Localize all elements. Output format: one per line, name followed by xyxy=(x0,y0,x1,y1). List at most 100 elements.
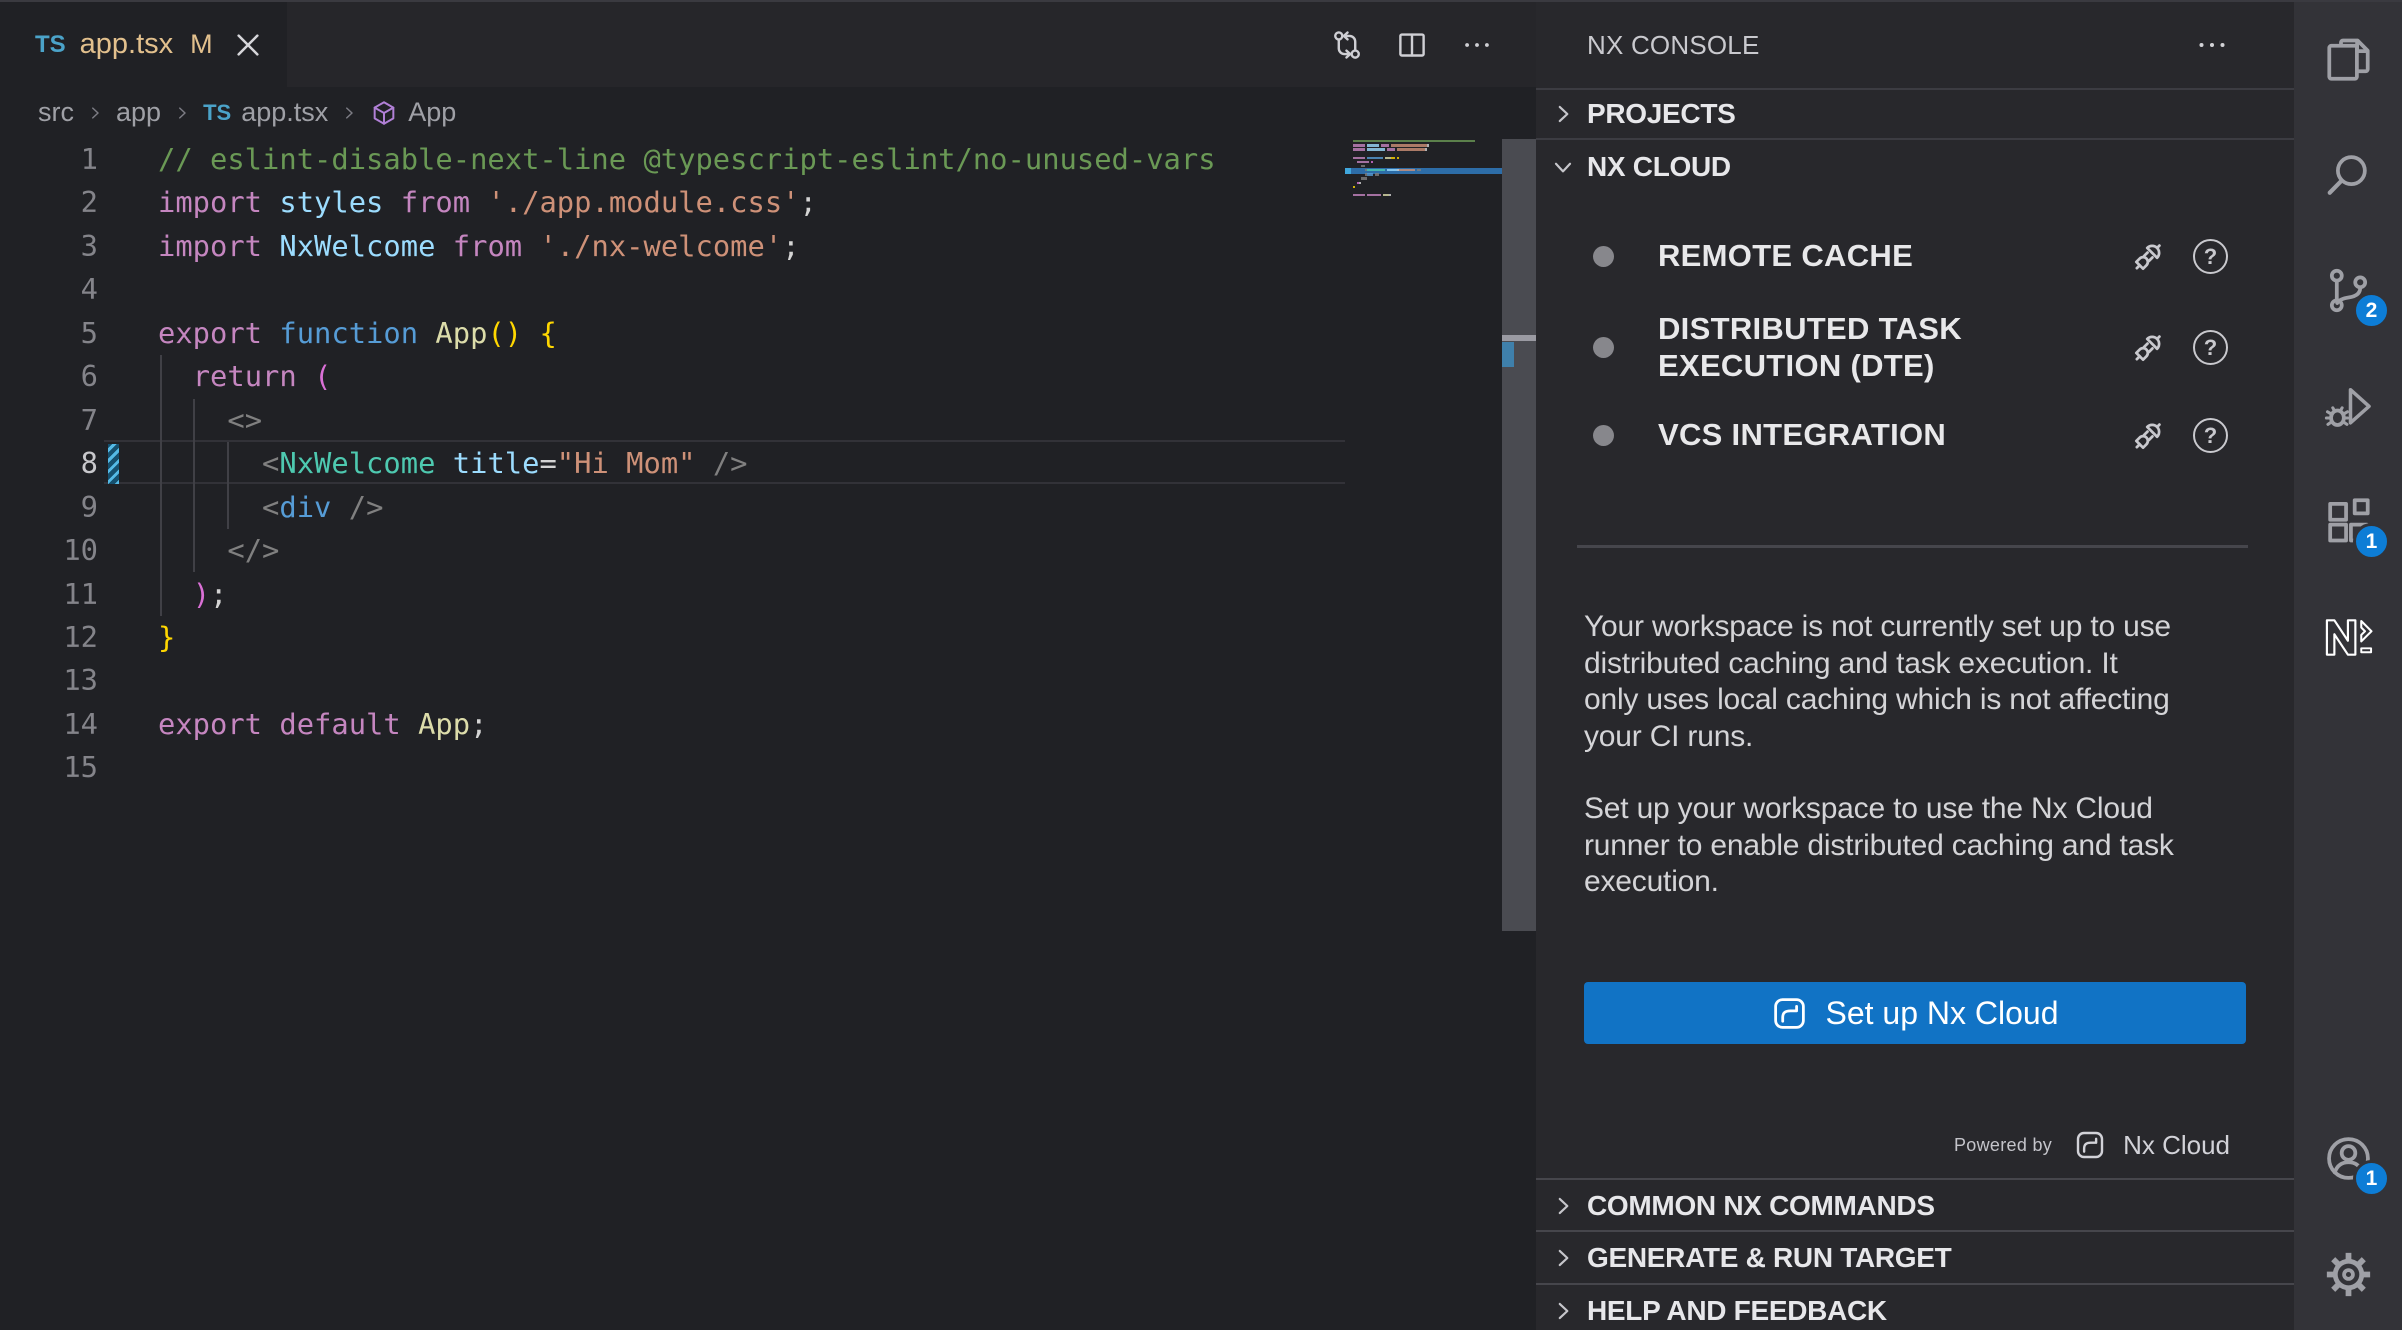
feature-row: DISTRIBUTED TASKEXECUTION (DTE)? xyxy=(1536,311,2294,384)
activity-account-icon[interactable]: 1 xyxy=(2294,1101,2402,1216)
minimap-line-bar xyxy=(1375,173,1379,175)
code-token xyxy=(383,185,400,219)
code-token xyxy=(158,446,262,480)
help-icon[interactable]: ? xyxy=(2193,418,2228,453)
code-token: /> xyxy=(713,446,748,480)
code-token: /> xyxy=(349,490,384,524)
code-line-7: <> xyxy=(158,399,262,442)
activity-source-control-icon[interactable]: 2 xyxy=(2294,233,2402,348)
chevron-right-icon xyxy=(1550,101,1576,127)
line-number: 9 xyxy=(0,486,98,529)
activity-search-icon[interactable] xyxy=(2294,118,2402,233)
code-token: import xyxy=(158,229,262,263)
set-up-nx-cloud-button[interactable]: Set up Nx Cloud xyxy=(1584,982,2246,1044)
minimap-line-bar xyxy=(1387,169,1397,171)
code-token: default xyxy=(279,707,400,741)
minimap-line-bar xyxy=(1367,148,1385,150)
code-token xyxy=(158,490,262,524)
overview-cursor-marker xyxy=(1502,335,1536,341)
nx-cloud-brand-label: Nx Cloud xyxy=(2123,1130,2230,1161)
section-help-and-feedback[interactable]: HELP AND FEEDBACK xyxy=(1536,1283,2294,1330)
code-token: "Hi Mom" xyxy=(557,446,696,480)
code-token xyxy=(262,316,279,350)
ts-icon: TS xyxy=(203,100,231,126)
plug-icon[interactable] xyxy=(2126,414,2170,458)
minimap-line-bar xyxy=(1367,157,1383,159)
code-token: ; xyxy=(210,577,227,611)
code-editor[interactable]: 123456789101112131415 // eslint-disable-… xyxy=(0,138,1536,1330)
activity-files-icon[interactable] xyxy=(2294,2,2402,117)
tab-modified-indicator: M xyxy=(190,29,213,60)
code-token: export xyxy=(158,707,262,741)
line-number: 6 xyxy=(0,355,98,398)
chevron-right-icon xyxy=(1550,1245,1576,1271)
line-number: 1 xyxy=(0,138,98,181)
open-changes-icon[interactable] xyxy=(1330,28,1364,62)
minimap-line-bar xyxy=(1367,194,1381,196)
code-token: title xyxy=(453,446,540,480)
minimap-line-bar xyxy=(1381,144,1389,146)
minimap-line-bar xyxy=(1371,161,1373,163)
set-up-nx-cloud-label: Set up Nx Cloud xyxy=(1825,995,2058,1032)
code-token: NxWelcome xyxy=(279,446,435,480)
code-token: export xyxy=(158,316,262,350)
section-label: PROJECTS xyxy=(1587,98,1736,130)
plug-icon[interactable] xyxy=(2126,235,2170,279)
badge: 1 xyxy=(2353,1160,2390,1197)
help-icon[interactable]: ? xyxy=(2193,239,2228,274)
section-generate-run-target[interactable]: GENERATE & RUN TARGET xyxy=(1536,1230,2294,1283)
line-number: 2 xyxy=(0,181,98,224)
minimap-line-bar xyxy=(1417,169,1421,171)
split-editor-icon[interactable] xyxy=(1395,28,1429,62)
section-label: HELP AND FEEDBACK xyxy=(1587,1295,1887,1327)
minimap-modified-edge-marker xyxy=(1345,168,1351,174)
code-token: ; xyxy=(470,707,487,741)
activity-settings-gear-icon[interactable] xyxy=(2294,1217,2402,1330)
tab-app-tsx[interactable]: TS app.tsx M xyxy=(0,2,287,87)
help-icon[interactable]: ? xyxy=(2193,330,2228,365)
code-token: { xyxy=(539,316,556,350)
activity-extensions-icon[interactable]: 1 xyxy=(2294,464,2402,579)
tab-bar-actions xyxy=(1330,2,1494,87)
code-token: ( xyxy=(314,359,331,393)
minimap[interactable] xyxy=(1345,138,1502,258)
code-token xyxy=(435,229,452,263)
section-common-nx-commands[interactable]: COMMON NX COMMANDS xyxy=(1536,1178,2294,1231)
line-number: 13 xyxy=(0,659,98,702)
activity-run-debug-icon[interactable] xyxy=(2294,349,2402,464)
minimap-line-bar xyxy=(1391,144,1427,146)
section-projects[interactable]: PROJECTS xyxy=(1536,88,2294,140)
minimap-line-bar xyxy=(1353,157,1365,159)
breadcrumb-item-App[interactable]: App xyxy=(408,97,456,128)
line-number: 10 xyxy=(0,529,98,572)
code-token: < xyxy=(262,490,279,524)
feature-label: VCS INTEGRATION xyxy=(1658,417,1946,454)
more-actions-icon[interactable] xyxy=(2194,27,2230,63)
activity-nx-logo-icon[interactable] xyxy=(2294,580,2402,695)
bullet-icon xyxy=(1593,337,1614,358)
code-line-12: } xyxy=(158,616,175,659)
breadcrumb-item-app-tsx[interactable]: app.tsx xyxy=(241,97,328,128)
breadcrumb-item-src[interactable]: src xyxy=(38,97,74,128)
section-nx-cloud[interactable]: NX CLOUD xyxy=(1536,142,2294,192)
panel-title-bar: NX CONSOLE xyxy=(1536,2,2294,88)
code-token xyxy=(297,359,314,393)
code-token: <> xyxy=(227,403,262,437)
chevron-right-icon xyxy=(86,104,104,122)
more-actions-icon[interactable] xyxy=(1460,28,1494,62)
scrollbar-slider[interactable] xyxy=(1502,139,1536,931)
code-token: styles xyxy=(279,185,383,219)
run-debug-icon xyxy=(2322,380,2375,433)
code-token xyxy=(158,533,227,567)
chevron-down-icon xyxy=(1550,154,1576,180)
tab-close-icon[interactable] xyxy=(232,29,264,61)
powered-by-row: Powered by Nx Cloud xyxy=(1954,1124,2230,1166)
overview-modified-marker xyxy=(1502,342,1514,367)
code-token xyxy=(696,446,713,480)
plug-icon[interactable] xyxy=(2126,326,2170,370)
code-token: from xyxy=(453,229,522,263)
feature-row: VCS INTEGRATION? xyxy=(1536,417,2294,454)
breadcrumb-item-app[interactable]: app xyxy=(116,97,161,128)
editor-scrollbar[interactable] xyxy=(1502,138,1536,1330)
minimap-line-bar xyxy=(1397,148,1425,150)
